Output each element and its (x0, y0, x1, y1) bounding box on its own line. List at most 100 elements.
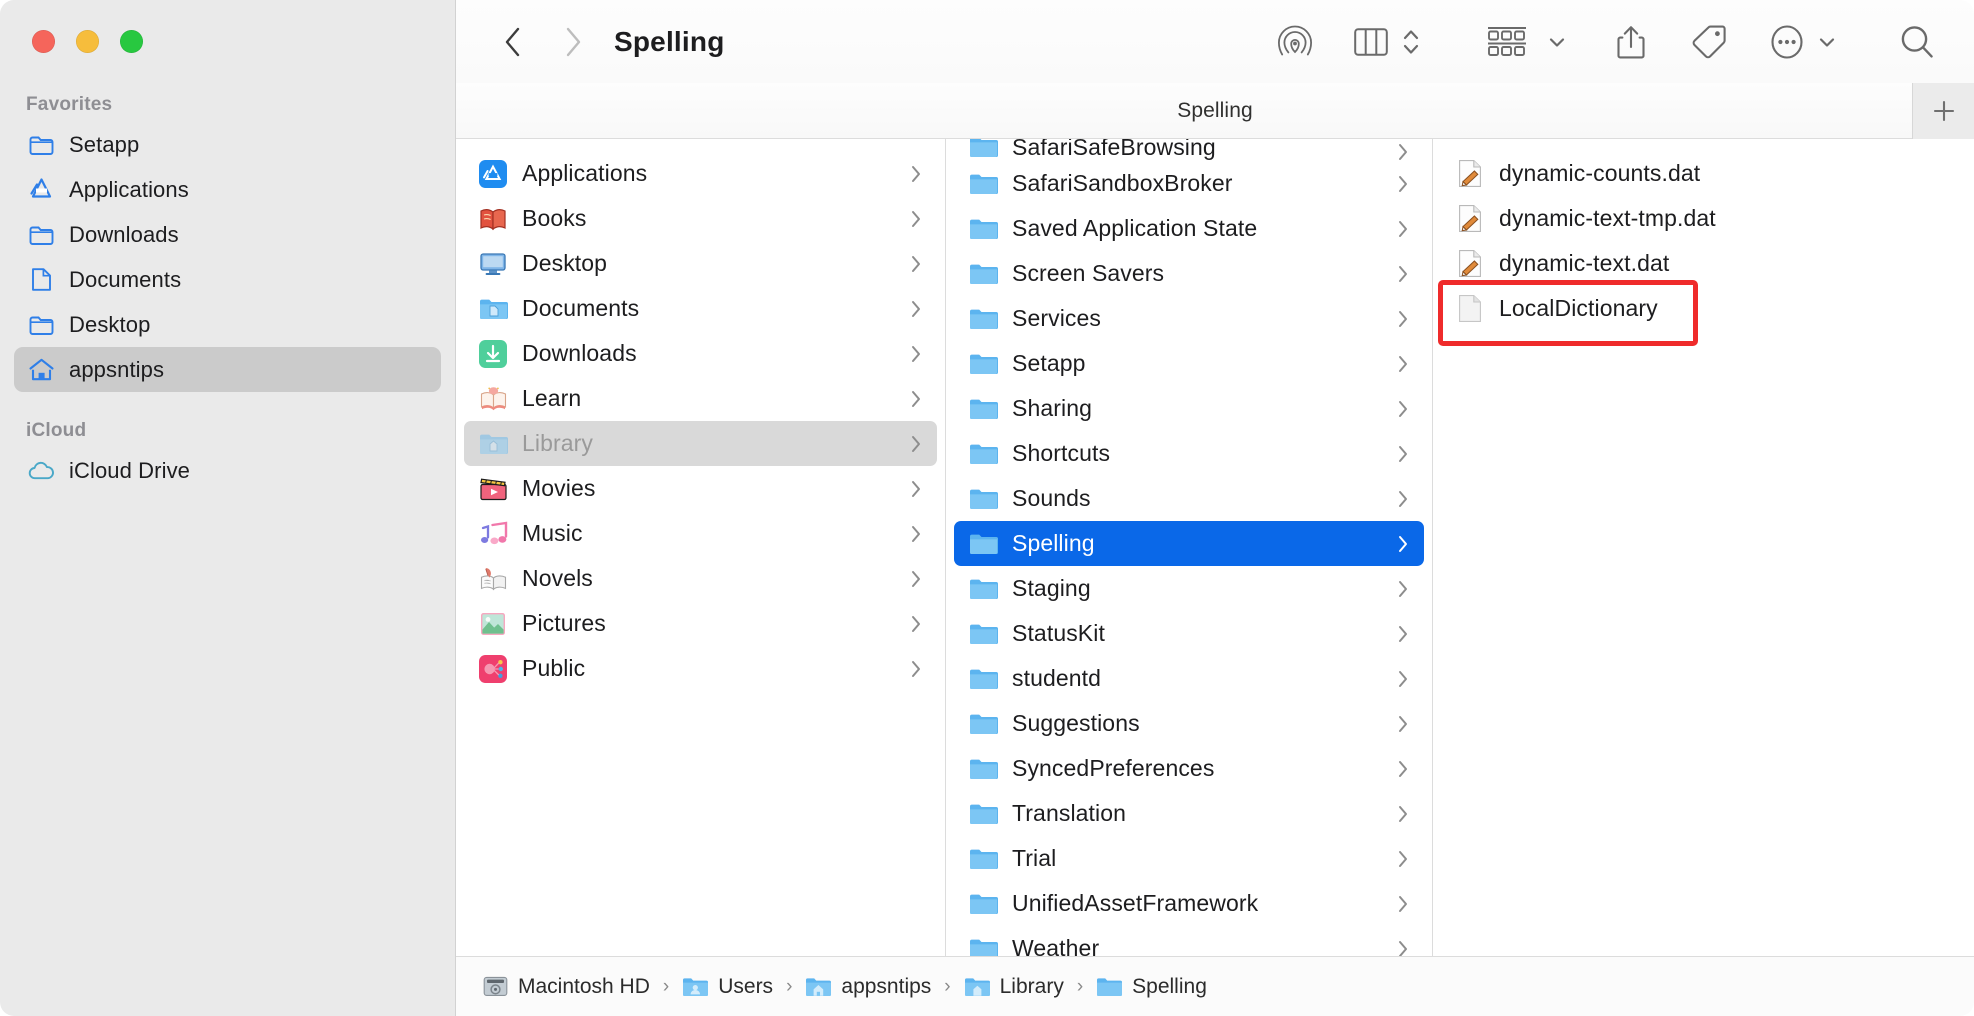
chevron-right-icon (907, 480, 925, 498)
list-item[interactable]: Setapp (954, 341, 1424, 386)
sidebar-item-desktop[interactable]: Desktop (14, 302, 441, 347)
view-column-button[interactable] (1344, 18, 1398, 66)
folder-icon (968, 349, 998, 379)
sidebar-item-setapp[interactable]: Setapp (14, 122, 441, 167)
back-button[interactable] (490, 19, 536, 65)
breadcrumb-library[interactable]: Library (964, 974, 1064, 1000)
sidebar-item-label: Documents (69, 267, 181, 293)
share-button[interactable] (1604, 18, 1658, 66)
page-title: Spelling (614, 26, 725, 58)
folder-icon (968, 214, 998, 244)
list-item[interactable]: Books (464, 196, 937, 241)
chevron-right-icon (907, 210, 925, 228)
main-pane: Spelling (456, 0, 1974, 1016)
item-label: Library (522, 430, 893, 457)
list-item[interactable]: Novels (464, 556, 937, 601)
list-item[interactable]: Services (954, 296, 1424, 341)
sidebar-item-icloud-drive[interactable]: iCloud Drive (14, 448, 441, 493)
sidebar: Favorites Setapp Applications (0, 0, 456, 1016)
list-item[interactable]: Weather (954, 926, 1424, 956)
list-item-localdictionary[interactable]: LocalDictionary (1441, 286, 1966, 331)
airdrop-button[interactable] (1268, 18, 1322, 66)
chevron-right-icon (1394, 625, 1412, 643)
forward-button[interactable] (550, 19, 596, 65)
list-item[interactable]: Screen Savers (954, 251, 1424, 296)
item-label: Public (522, 655, 893, 682)
breadcrumb-macintosh-hd[interactable]: Macintosh HD (482, 974, 650, 1000)
sidebar-item-documents[interactable]: Documents (14, 257, 441, 302)
item-label: Shortcuts (1012, 440, 1380, 467)
chevron-right-icon (907, 345, 925, 363)
list-item-spelling[interactable]: Spelling (954, 521, 1424, 566)
group-by-chevron[interactable] (1544, 36, 1570, 48)
list-item[interactable]: dynamic-text.dat (1441, 241, 1966, 286)
list-item[interactable]: StatusKit (954, 611, 1424, 656)
group-by-button[interactable] (1470, 18, 1544, 66)
list-item[interactable]: Staging (954, 566, 1424, 611)
item-label: Sounds (1012, 485, 1380, 512)
zoom-button[interactable] (120, 30, 143, 53)
sidebar-item-appsntips[interactable]: appsntips (14, 347, 441, 392)
folder-icon (968, 619, 998, 649)
list-item[interactable]: SafariSafeBrowsing (954, 139, 1424, 161)
list-item[interactable]: Translation (954, 791, 1424, 836)
chevron-right-icon (1394, 445, 1412, 463)
chevron-right-icon (1394, 895, 1412, 913)
pictures-icon (478, 609, 508, 639)
more-chevron[interactable] (1814, 36, 1840, 48)
search-button[interactable] (1890, 18, 1944, 66)
list-item[interactable]: SyncedPreferences (954, 746, 1424, 791)
sidebar-item-label: Applications (69, 177, 189, 203)
close-button[interactable] (32, 30, 55, 53)
list-item[interactable]: Downloads (464, 331, 937, 376)
list-item[interactable]: Sounds (954, 476, 1424, 521)
chevron-right-icon (1394, 490, 1412, 508)
list-item[interactable]: Movies (464, 466, 937, 511)
item-label: Downloads (522, 340, 893, 367)
sidebar-item-applications[interactable]: Applications (14, 167, 441, 212)
folder-icon (968, 169, 998, 199)
list-item[interactable]: Trial (954, 836, 1424, 881)
novels-icon (478, 564, 508, 594)
plus-icon (1931, 98, 1957, 124)
list-item[interactable]: Shortcuts (954, 431, 1424, 476)
list-item[interactable]: Desktop (464, 241, 937, 286)
breadcrumb-users[interactable]: Users (682, 974, 773, 1000)
sidebar-item-downloads[interactable]: Downloads (14, 212, 441, 257)
tab-spelling[interactable]: Spelling (1177, 99, 1253, 123)
item-label: Documents (522, 295, 893, 322)
chevron-right-icon (1394, 940, 1412, 957)
view-stepper[interactable] (1398, 25, 1424, 59)
list-item[interactable]: Public (464, 646, 937, 691)
home-folder-icon (805, 974, 831, 1000)
airdrop-icon (1278, 24, 1312, 60)
column-library[interactable]: SafariSafeBrowsing SafariSandboxBroker S… (946, 139, 1433, 956)
list-item[interactable]: studentd (954, 656, 1424, 701)
list-item[interactable]: Saved Application State (954, 206, 1424, 251)
list-item[interactable]: dynamic-counts.dat (1441, 151, 1966, 196)
minimize-button[interactable] (76, 30, 99, 53)
list-item[interactable]: Documents (464, 286, 937, 331)
item-label: Applications (522, 160, 893, 187)
tag-button[interactable] (1682, 18, 1736, 66)
item-label: Sharing (1012, 395, 1380, 422)
list-item[interactable]: UnifiedAssetFramework (954, 881, 1424, 926)
list-item[interactable]: Suggestions (954, 701, 1424, 746)
column-home[interactable]: Applications Books Desktop (456, 139, 946, 956)
list-item-library[interactable]: Library (464, 421, 937, 466)
chevron-right-icon (1394, 400, 1412, 418)
list-item[interactable]: dynamic-text-tmp.dat (1441, 196, 1966, 241)
breadcrumb-appsntips[interactable]: appsntips (805, 974, 931, 1000)
breadcrumb-spelling[interactable]: Spelling (1096, 974, 1207, 1000)
item-label: dynamic-text-tmp.dat (1499, 205, 1954, 232)
list-item[interactable]: Sharing (954, 386, 1424, 431)
list-item[interactable]: Pictures (464, 601, 937, 646)
list-item[interactable]: Music (464, 511, 937, 556)
list-item[interactable]: SafariSandboxBroker (954, 161, 1424, 206)
column-spelling[interactable]: dynamic-counts.dat dynamic-text-tmp.dat … (1433, 139, 1974, 956)
list-item[interactable]: Learn (464, 376, 937, 421)
more-button[interactable] (1760, 18, 1814, 66)
item-label: studentd (1012, 665, 1380, 692)
list-item[interactable]: Applications (464, 151, 937, 196)
new-tab-button[interactable] (1912, 83, 1974, 139)
